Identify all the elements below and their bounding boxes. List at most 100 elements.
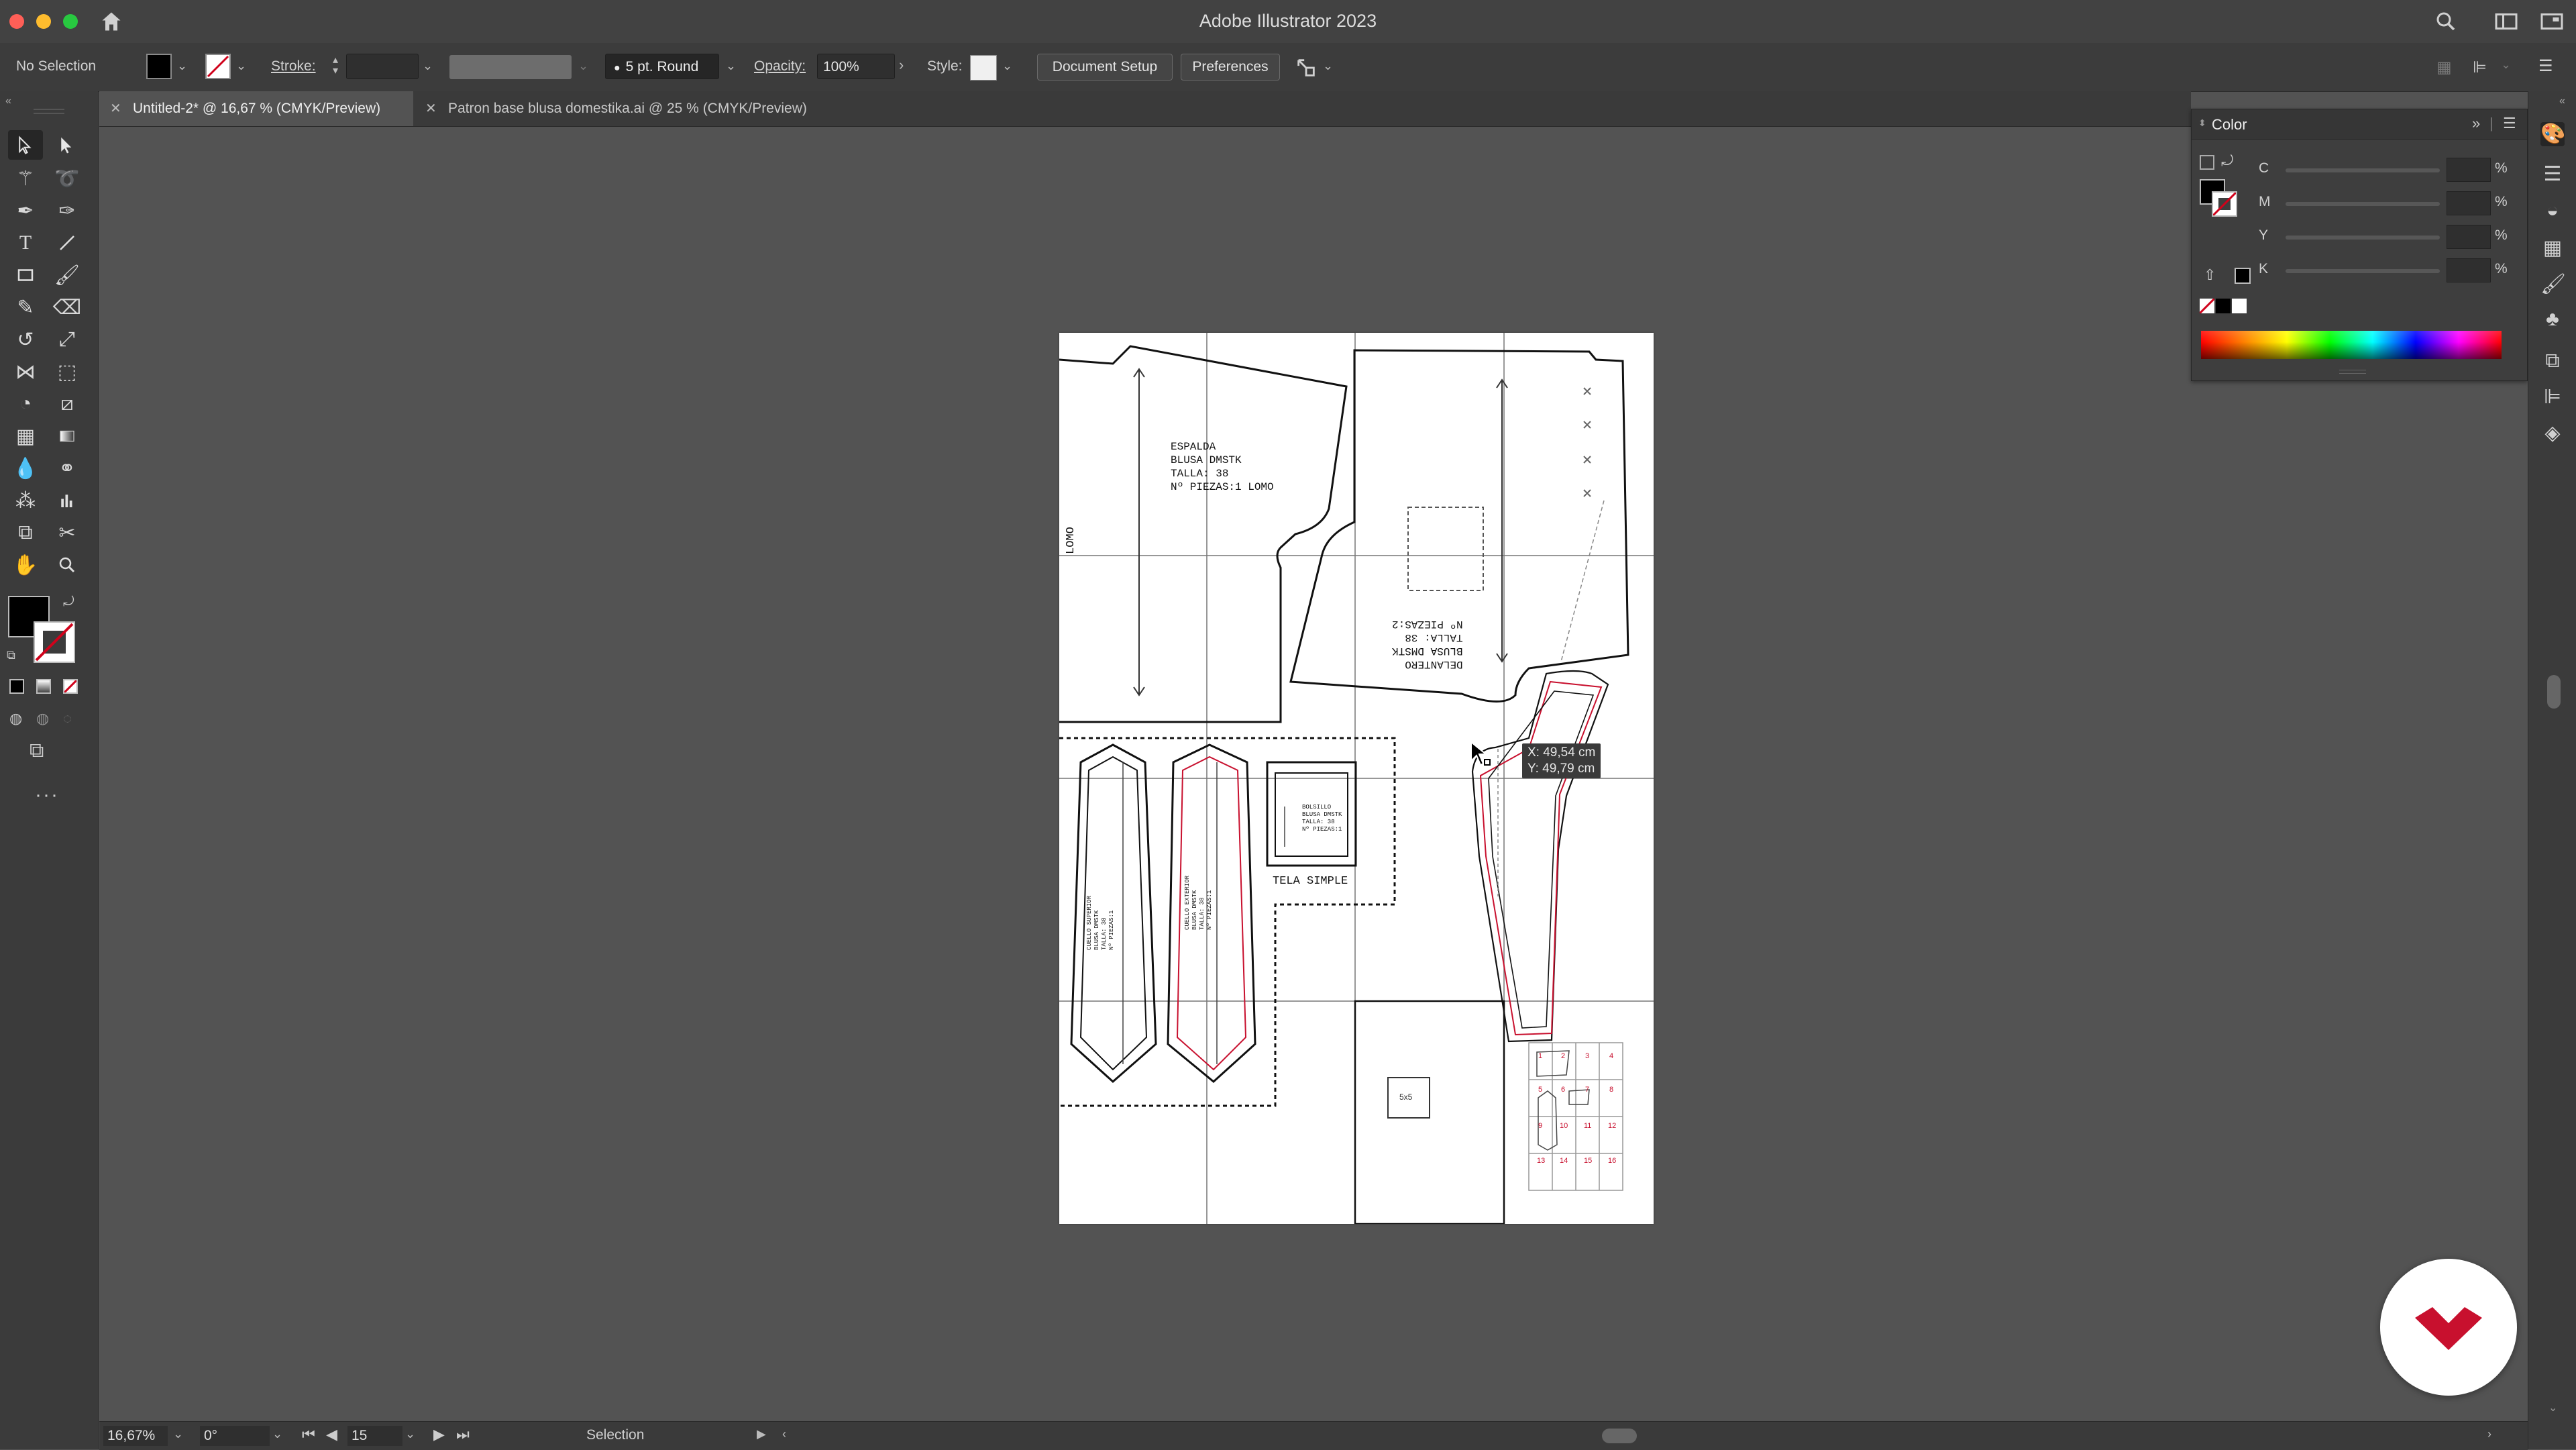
document-setup-button[interactable]: Document Setup — [1037, 54, 1173, 81]
close-tab-icon[interactable]: ✕ — [110, 91, 121, 126]
scroll-down-icon[interactable]: ⌄ — [2548, 1401, 2557, 1414]
draw-behind-icon[interactable]: ◍ — [36, 710, 49, 727]
type-tool-icon[interactable]: T — [8, 228, 43, 258]
none-swatch[interactable] — [2200, 299, 2214, 313]
rectangle-tool-icon[interactable] — [8, 260, 43, 290]
arrange-documents-icon[interactable] — [2540, 11, 2564, 32]
yellow-value-field[interactable] — [2447, 225, 2491, 249]
color-panel-icon[interactable]: 🎨 — [2540, 122, 2565, 146]
stroke-label[interactable]: Stroke: — [271, 58, 316, 74]
edit-toolbar-icon[interactable]: ··· — [35, 784, 59, 807]
expand-panel-icon[interactable]: » — [2472, 115, 2480, 132]
transform-chevron-icon[interactable]: ⌄ — [2501, 58, 2521, 78]
draw-normal-icon[interactable]: ◍ — [9, 710, 22, 727]
panel-collapse-icon[interactable]: ⬍ — [2198, 117, 2206, 129]
panel-resize-grip[interactable] — [2339, 370, 2366, 374]
direct-selection-tool-icon[interactable] — [50, 130, 85, 160]
gamut-swatch[interactable] — [2235, 268, 2251, 284]
collapse-dock-icon[interactable]: « — [2559, 95, 2565, 107]
gradient-tool-icon[interactable] — [50, 421, 85, 451]
out-of-gamut-icon[interactable]: ⇧ — [2204, 266, 2216, 284]
cyan-slider[interactable]: C % — [2259, 156, 2508, 183]
yellow-track[interactable] — [2286, 236, 2440, 240]
first-artboard-icon[interactable]: ⏮ — [302, 1426, 315, 1443]
toolbar-grip[interactable] — [34, 109, 64, 114]
black-track[interactable] — [2286, 269, 2440, 273]
stroke-weight-field[interactable] — [346, 54, 419, 79]
tab-patron-base[interactable]: ✕ Patron base blusa domestika.ai @ 25 % … — [415, 91, 830, 126]
free-transform-tool-icon[interactable]: ⬚ — [50, 357, 85, 386]
line-segment-tool-icon[interactable] — [50, 228, 85, 258]
perspective-grid-tool-icon[interactable]: ⧄ — [50, 389, 85, 419]
collapse-toolbar-icon[interactable]: « — [5, 95, 11, 107]
color-spectrum[interactable] — [2201, 331, 2502, 359]
lasso-tool-icon[interactable]: ➰ — [50, 164, 85, 193]
variable-width-profile[interactable] — [449, 55, 572, 79]
graphic-style-swatch[interactable] — [970, 55, 997, 81]
pen-tool-icon[interactable]: ✒ — [8, 196, 43, 225]
scroll-right-icon[interactable]: › — [2487, 1427, 2491, 1441]
appearance-panel-icon[interactable]: ◒ — [2540, 199, 2565, 223]
transform-icon[interactable]: ⊫ — [2473, 58, 2493, 78]
slice-tool-icon[interactable]: ✂ — [50, 518, 85, 548]
draw-inside-icon[interactable]: ◌ — [63, 710, 72, 727]
stroke-dropdown-chevron-icon[interactable]: ⌄ — [236, 59, 246, 73]
stroke-color-swatch[interactable] — [34, 621, 75, 663]
gradient-mode-icon[interactable] — [36, 679, 51, 694]
select-similar-icon[interactable] — [1295, 56, 1318, 79]
black-value-field[interactable] — [2447, 258, 2491, 282]
rotate-tool-icon[interactable]: ↺ — [8, 325, 43, 354]
opacity-expand-chevron-icon[interactable]: › — [899, 56, 904, 74]
symbols-panel-icon[interactable]: ♣ — [2540, 307, 2565, 331]
black-swatch[interactable] — [2216, 299, 2231, 313]
screen-mode-icon[interactable]: ⧉ — [30, 739, 44, 762]
profile-chevron-icon[interactable]: ⌄ — [578, 59, 588, 73]
align-panel-icon[interactable]: ⊫ — [2540, 385, 2565, 409]
close-tab-icon[interactable]: ✕ — [425, 91, 437, 126]
vertical-scrollbar-thumb[interactable] — [2547, 675, 2561, 709]
status-menu-arrow-icon[interactable]: ▶ — [757, 1427, 766, 1441]
brushes-panel-icon[interactable]: 🖌 — [2540, 272, 2566, 297]
select-similar-chevron-icon[interactable]: ⌄ — [1323, 59, 1333, 73]
swap-colors-icon[interactable]: ⤾ — [2221, 152, 2233, 170]
magenta-slider[interactable]: M % — [2259, 190, 2508, 217]
search-icon[interactable] — [2434, 9, 2458, 34]
opacity-field[interactable]: 100% — [817, 54, 895, 79]
next-artboard-icon[interactable]: ▶ — [433, 1426, 445, 1443]
default-colors-icon[interactable] — [2200, 155, 2214, 170]
zoom-field[interactable]: 16,67% — [103, 1426, 168, 1446]
magenta-track[interactable] — [2286, 202, 2440, 206]
rotation-chevron-icon[interactable]: ⌄ — [272, 1427, 282, 1441]
preferences-button[interactable]: Preferences — [1181, 54, 1280, 81]
stroke-weight-chevron-icon[interactable]: ⌄ — [423, 59, 433, 73]
transform-panel-icon[interactable]: ⧉ — [2540, 349, 2565, 373]
brush-dropdown-chevron-icon[interactable]: ⌄ — [726, 59, 736, 73]
stroke-weight-stepper[interactable]: ▴ ▾ — [329, 55, 342, 79]
opacity-label[interactable]: Opacity: — [754, 58, 806, 74]
scroll-left-icon[interactable]: ‹ — [782, 1427, 786, 1441]
stroke-panel-icon[interactable]: ☰ — [2540, 162, 2565, 187]
artboard-tool-icon[interactable]: ⧉ — [8, 518, 43, 548]
fill-swatch[interactable] — [146, 54, 172, 79]
horizontal-scrollbar-thumb[interactable] — [1602, 1429, 1637, 1443]
hand-tool-icon[interactable]: ✋ — [8, 550, 43, 580]
tab-untitled-2[interactable]: ✕ Untitled-2* @ 16,67 % (CMYK/Preview) — [99, 91, 413, 126]
control-bar-menu-icon[interactable]: ☰ — [2538, 56, 2559, 76]
cyan-value-field[interactable] — [2447, 158, 2491, 182]
swatches-panel-icon[interactable]: ▦ — [2540, 236, 2565, 260]
color-mode-icon[interactable] — [9, 679, 24, 694]
zoom-tool-icon[interactable] — [50, 550, 85, 580]
zoom-chevron-icon[interactable]: ⌄ — [173, 1427, 183, 1441]
shaper-tool-icon[interactable]: ✎ — [8, 293, 43, 322]
symbol-sprayer-tool-icon[interactable]: ⁂ — [8, 486, 43, 515]
blend-tool-icon[interactable]: ⚭ — [50, 454, 85, 483]
brush-definition-field[interactable]: ● 5 pt. Round — [605, 54, 719, 79]
last-artboard-icon[interactable]: ⏭ — [456, 1426, 470, 1443]
none-mode-icon[interactable] — [63, 679, 78, 694]
align-icon[interactable]: ▦ — [2436, 58, 2457, 78]
width-tool-icon[interactable]: ⋈ — [8, 357, 43, 386]
scale-tool-icon[interactable]: ⤢ — [50, 325, 85, 354]
panel-stroke-swatch[interactable] — [2212, 191, 2237, 217]
cyan-track[interactable] — [2286, 168, 2440, 172]
style-dropdown-chevron-icon[interactable]: ⌄ — [1002, 59, 1012, 73]
